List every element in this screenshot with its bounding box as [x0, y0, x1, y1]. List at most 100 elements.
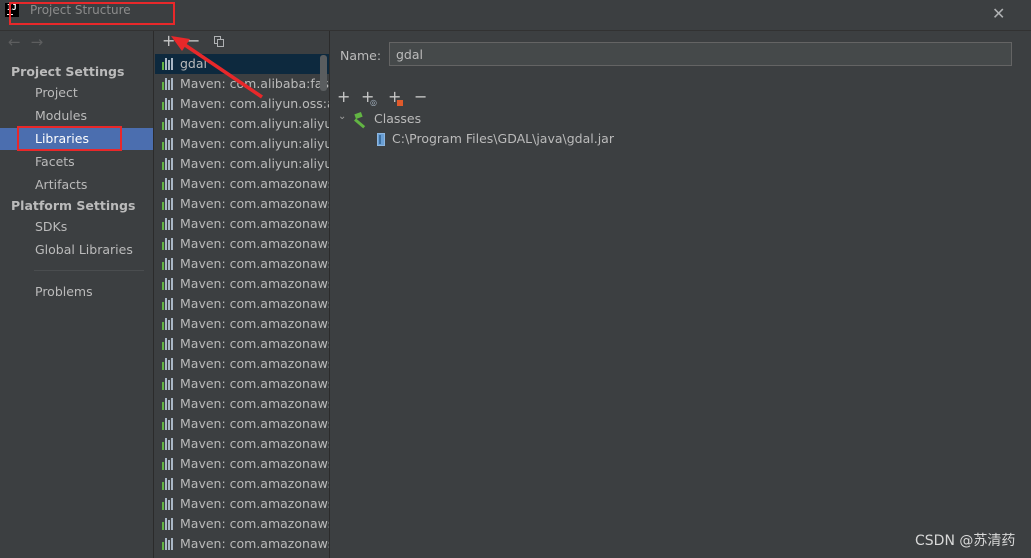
libraries-panel: + − gdal Maven: com.alibaba:fastjs Maven: …	[155, 31, 330, 558]
settings-nav: ←→ Project Settings Project Modules Librar…	[0, 31, 154, 558]
title-highlight-annotation	[9, 2, 175, 25]
library-list-item[interactable]: Maven: com.aliyun:aliyun-j	[155, 114, 329, 134]
library-list-item[interactable]: Maven: com.amazonaws:a	[155, 514, 330, 534]
library-icon	[162, 318, 175, 330]
library-list-item[interactable]: Maven: com.amazonaws:a	[155, 554, 329, 558]
library-name: Maven: com.amazonaws:a	[180, 476, 330, 491]
library-icon	[162, 538, 175, 550]
library-name: Maven: com.amazonaws:a	[180, 436, 330, 451]
library-list-item[interactable]: Maven: com.amazonaws:a	[155, 434, 330, 454]
project-settings-header: Project Settings	[11, 64, 125, 79]
nav-divider	[34, 270, 144, 271]
library-name: Maven: com.amazonaws:a	[180, 256, 330, 271]
remove-root-button[interactable]: −	[414, 88, 427, 106]
watermark: CSDN @苏清药	[915, 533, 1016, 549]
library-icon	[162, 98, 175, 110]
library-list-item[interactable]: Maven: com.amazonaws:a	[155, 454, 330, 474]
library-list-item[interactable]: Maven: com.amazonaws:a	[155, 214, 330, 234]
library-name: Maven: com.amazonaws:a	[180, 296, 330, 311]
library-name: Maven: com.amazonaws:a	[180, 376, 330, 391]
library-icon	[162, 178, 175, 190]
nav-item-artifacts[interactable]: Artifacts	[0, 174, 153, 196]
library-list-item[interactable]: Maven: com.amazonaws:a	[155, 474, 330, 494]
libraries-toolbar: + −	[155, 31, 329, 53]
library-list-item[interactable]: gdal	[155, 54, 329, 74]
library-icon	[162, 518, 175, 530]
nav-item-global-libraries[interactable]: Global Libraries	[0, 239, 153, 261]
classes-tree-item[interactable]: C:\Program Files\GDAL\java\gdal.jar	[392, 131, 614, 146]
library-name: Maven: com.aliyun:aliyun-j	[180, 116, 329, 131]
library-list-item[interactable]: Maven: com.amazonaws:a	[155, 294, 330, 314]
nav-item-problems[interactable]: Problems	[0, 281, 153, 303]
add-root-button[interactable]: +	[337, 88, 350, 106]
library-list-item[interactable]: Maven: com.amazonaws:a	[155, 414, 329, 434]
library-name: Maven: com.amazonaws:a	[180, 456, 330, 471]
library-name: Maven: com.amazonaws:a	[180, 396, 330, 411]
add-library-button[interactable]: +	[162, 32, 175, 50]
library-list-item[interactable]: Maven: com.aliyun:aliyun-j	[155, 154, 329, 174]
library-icon	[162, 478, 175, 490]
library-icon	[162, 378, 175, 390]
jar-icon	[377, 133, 385, 146]
classes-tree-root[interactable]: Classes	[374, 111, 421, 126]
nav-item-facets[interactable]: Facets	[0, 151, 153, 173]
libraries-highlight-annotation	[17, 126, 122, 151]
library-icon	[162, 418, 175, 430]
libraries-scrollbar[interactable]	[320, 55, 327, 91]
library-name: Maven: com.amazonaws:a	[180, 216, 330, 231]
copy-icon[interactable]	[214, 36, 224, 47]
library-list-item[interactable]: Maven: com.alibaba:fastjs	[155, 74, 329, 94]
library-icon	[162, 138, 175, 150]
library-name-input[interactable]	[389, 42, 1012, 66]
name-label: Name:	[340, 48, 382, 63]
library-icon	[162, 358, 175, 370]
library-icon	[162, 198, 175, 210]
library-name: Maven: com.aliyun:aliyun-j	[180, 156, 329, 171]
library-name: Maven: com.aliyun.oss:aliy	[180, 96, 329, 111]
library-list-item[interactable]: Maven: com.amazonaws:a	[155, 494, 330, 514]
back-forward-icons[interactable]: ←→	[8, 33, 53, 51]
chevron-down-icon[interactable]: ⌄	[338, 111, 346, 122]
library-icon	[162, 338, 175, 350]
library-name: Maven: com.amazonaws:a	[180, 516, 330, 531]
library-list-item[interactable]: Maven: com.amazonaws:a	[155, 394, 330, 414]
title-bar: IJ Project Structure ✕	[0, 0, 1031, 31]
library-name: Maven: com.amazonaws:a	[180, 536, 330, 551]
library-list-item[interactable]: Maven: com.amazonaws:a	[155, 334, 329, 354]
library-name: Maven: com.amazonaws:a	[180, 496, 330, 511]
library-list-item[interactable]: Maven: com.amazonaws:a	[155, 254, 330, 274]
library-icon	[162, 58, 175, 70]
library-name: Maven: com.amazonaws:a	[180, 236, 330, 251]
library-list-item[interactable]: Maven: com.aliyun.oss:aliy	[155, 94, 329, 114]
remove-library-button[interactable]: −	[187, 32, 200, 50]
library-icon	[162, 458, 175, 470]
library-icon	[162, 218, 175, 230]
library-list-item[interactable]: Maven: com.aliyun:aliyun-j	[155, 134, 329, 154]
library-list-item[interactable]: Maven: com.amazonaws:a	[155, 314, 330, 334]
library-icon	[162, 158, 175, 170]
library-icon	[162, 238, 175, 250]
library-list-item[interactable]: Maven: com.amazonaws:a	[155, 374, 330, 394]
library-list-item[interactable]: Maven: com.amazonaws:a	[155, 354, 329, 374]
library-list-item[interactable]: Maven: com.amazonaws:a	[155, 174, 329, 194]
library-icon	[162, 438, 175, 450]
classes-toolbar: + + ◎ + −	[331, 87, 1031, 109]
library-name: Maven: com.amazonaws:a	[180, 316, 330, 331]
library-list-item[interactable]: Maven: com.amazonaws:a	[155, 274, 329, 294]
nav-item-modules[interactable]: Modules	[0, 105, 153, 127]
library-icon	[162, 78, 175, 90]
library-name: gdal	[180, 56, 208, 71]
attach-button[interactable]: + ◎	[361, 88, 377, 107]
library-icon	[162, 498, 175, 510]
add-jar-button[interactable]: +	[388, 88, 403, 106]
nav-item-project[interactable]: Project	[0, 82, 153, 104]
platform-settings-header: Platform Settings	[11, 198, 136, 213]
library-icon	[162, 118, 175, 130]
nav-item-sdks[interactable]: SDKs	[0, 216, 153, 238]
library-list-item[interactable]: Maven: com.amazonaws:a	[155, 534, 330, 554]
library-list-item[interactable]: Maven: com.amazonaws:a	[155, 194, 330, 214]
library-name: Maven: com.amazonaws:a	[180, 196, 330, 211]
library-list-item[interactable]: Maven: com.amazonaws:a	[155, 234, 330, 254]
close-icon[interactable]: ✕	[992, 4, 1005, 24]
library-icon	[162, 398, 175, 410]
